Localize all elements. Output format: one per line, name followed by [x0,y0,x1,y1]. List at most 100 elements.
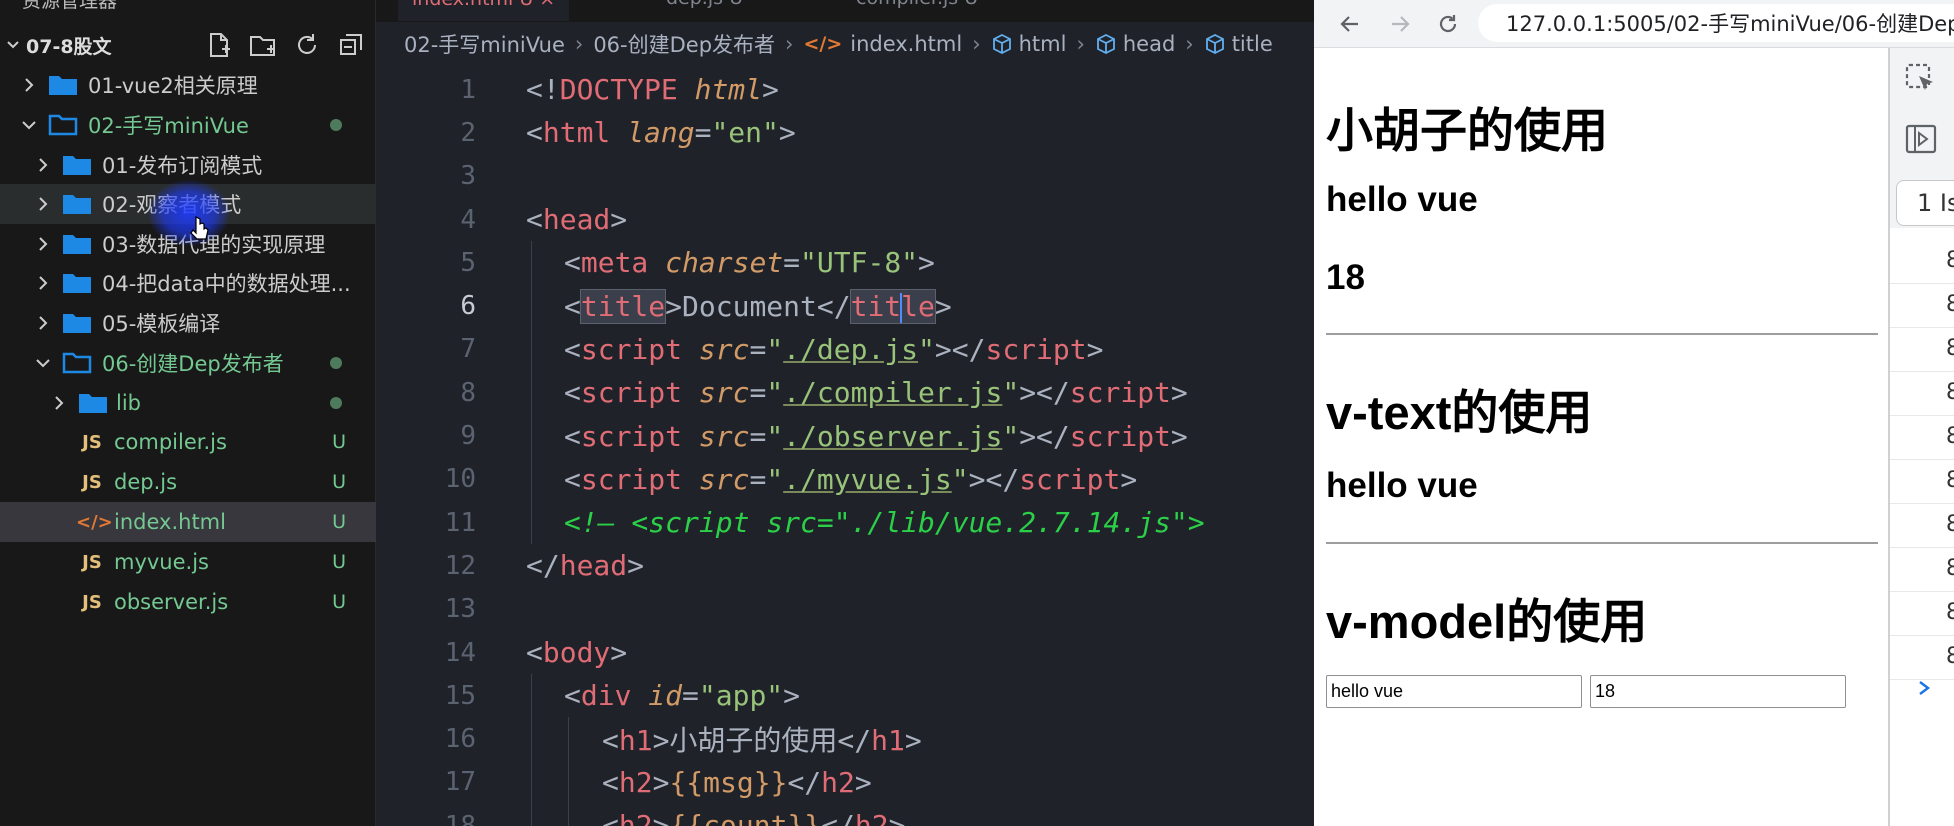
code-line: 7 <script src="./dep.js"></script> [376,327,1314,372]
line-number: 2 [460,117,476,148]
chevron-right-icon[interactable] [1916,676,1932,700]
tab-dep-js[interactable]: dep.js U [666,0,743,21]
chevron-right-icon [25,78,34,92]
tree-item-compiler-js[interactable]: JS compiler.js U [0,422,376,462]
vmodel-input-count[interactable] [1590,675,1846,708]
indent-guide [531,500,532,545]
tree-item-06-dep[interactable]: 06-创建Dep发布者 [0,343,376,383]
explorer-panel: 资源管理器 07-8股文 01-vue2相关原理 02-手写miniVue 01… [0,0,376,826]
chevron-right-icon [39,197,48,211]
tree-item-index-html[interactable]: </> index.html U [0,502,376,542]
folder-icon [63,314,91,333]
code-editor: index.html U × dep.js U compiler.js U 02… [376,0,1314,826]
indent-guide [531,457,532,501]
code-line: 16 <h1>小胡子的使用</h1> [376,717,1314,761]
breadcrumb-separator-icon: › [785,32,794,56]
address-bar[interactable]: 127.0.0.1:5005/02-手写miniVue/06-创建Dep发布者/… [1478,4,1954,42]
tree-item-04-data[interactable]: 04-把data中的数据处理... [0,263,376,303]
tree-item-label: observer.js [114,590,229,614]
tab-index-html[interactable]: index.html U × [398,0,570,21]
back-button[interactable] [1334,8,1366,40]
indent-guide [531,804,532,826]
breadcrumb-item[interactable]: title [1232,32,1273,56]
untracked-badge: U [332,511,346,533]
code-text: <script src="./compiler.js"></script> [564,376,1188,410]
tree-item-myvue-js[interactable]: JS myvue.js U [0,542,376,582]
tree-item-02-minivue[interactable]: 02-手写miniVue [0,105,376,145]
vmodel-input-msg[interactable] [1326,675,1582,708]
breadcrumb-separator-icon: › [1076,32,1085,56]
code-line: 14 <body> [376,631,1314,674]
tree-item-label: 05-模板编译 [102,312,221,336]
breadcrumb-item[interactable]: 02-手写miniVue [404,29,565,59]
breadcrumb-item[interactable]: index.html [850,32,962,56]
line-number: 6 [460,291,476,322]
code-area[interactable]: 1 <!DOCTYPE html> 2 <html lang="en"> 3 4 <h… [376,68,1314,826]
refresh-icon[interactable] [292,30,322,60]
tree-item-label: index.html [114,510,226,534]
tree-item-01-vue2[interactable]: 01-vue2相关原理 [0,65,376,105]
code-text: <!DOCTYPE html> [526,73,779,107]
url-text: 127.0.0.1:5005/02-手写miniVue/06-创建Dep发布者/… [1506,12,1954,36]
new-file-icon[interactable] [204,30,234,60]
untracked-badge: U [332,551,346,573]
breadcrumb-item[interactable]: head [1123,32,1175,56]
indent-guide [531,284,532,328]
code-line: 17 <h2>{{msg}}</h2> [376,760,1314,805]
code-text: <script src="./observer.js"></script> [564,419,1188,453]
tab-compiler-js[interactable]: compiler.js U [856,0,978,21]
breadcrumb-item[interactable]: 06-创建Dep发布者 [593,29,775,59]
html-file-icon: </> [803,33,843,55]
browser-toolbar: 127.0.0.1:5005/02-手写miniVue/06-创建Dep发布者/… [1314,0,1954,48]
chevron-down-icon [7,41,19,49]
collapse-all-icon[interactable] [336,30,366,60]
code-line-current: 6 <title>Document</title> [376,284,1314,328]
devtools-row: 8 [1890,240,1954,284]
toggle-panel-icon[interactable] [1904,122,1938,156]
code-line: 8 <script src="./compiler.js"></script> [376,371,1314,415]
indent-guide [568,717,569,761]
project-header[interactable]: 07-8股文 [0,25,376,65]
code-text: <div id="app"> [564,679,801,713]
arrow-left-icon [1340,16,1358,32]
line-number: 3 [460,161,476,192]
tree-item-lib[interactable]: lib [0,383,376,423]
folder-icon [49,76,77,95]
devtools-toolbar: 1 Is [1890,48,1954,228]
chevron-down-icon [36,359,50,368]
untracked-badge: U [332,431,346,453]
folder-icon [63,235,91,254]
code-text: <script src="./dep.js"></script> [564,332,1104,366]
untracked-badge: U [332,591,346,613]
divider [1326,333,1878,335]
inspect-element-icon[interactable] [1904,62,1938,96]
element-icon [1096,33,1115,55]
reload-icon [1439,15,1457,33]
chevron-right-icon [55,396,64,410]
indent-guide [531,717,532,761]
line-number: 16 [444,724,476,755]
issues-button[interactable]: 1 Is [1896,180,1954,226]
tree-item-01-pubsub[interactable]: 01-发布订阅模式 [0,145,376,185]
code-text: <body> [526,636,628,669]
line-number: 11 [444,507,476,538]
code-line: 10 <script src="./myvue.js"></script> [376,457,1314,501]
chevron-right-icon [39,237,48,251]
chevron-right-icon [39,158,48,172]
code-line: 9 <script src="./observer.js"></script> [376,414,1314,458]
tree-item-05-template[interactable]: 05-模板编译 [0,303,376,343]
new-folder-icon[interactable] [248,30,278,60]
tree-item-observer-js[interactable]: JS observer.js U [0,582,376,622]
breadcrumb: 02-手写miniVue › 06-创建Dep发布者 › </> index.h… [376,24,1314,64]
explorer-title: 资源管理器 [22,0,118,12]
heading-count: 18 [1326,258,1365,297]
reload-button[interactable] [1432,8,1464,40]
code-line: 1 <!DOCTYPE html> [376,68,1314,111]
tree-item-dep-js[interactable]: JS dep.js U [0,462,376,502]
modified-dot [330,397,342,409]
breadcrumb-item[interactable]: html [1019,32,1067,56]
browser-window: 127.0.0.1:5005/02-手写miniVue/06-创建Dep发布者/… [1314,0,1954,826]
line-number: 7 [460,334,476,365]
forward-button[interactable] [1384,8,1416,40]
element-icon [992,33,1011,55]
